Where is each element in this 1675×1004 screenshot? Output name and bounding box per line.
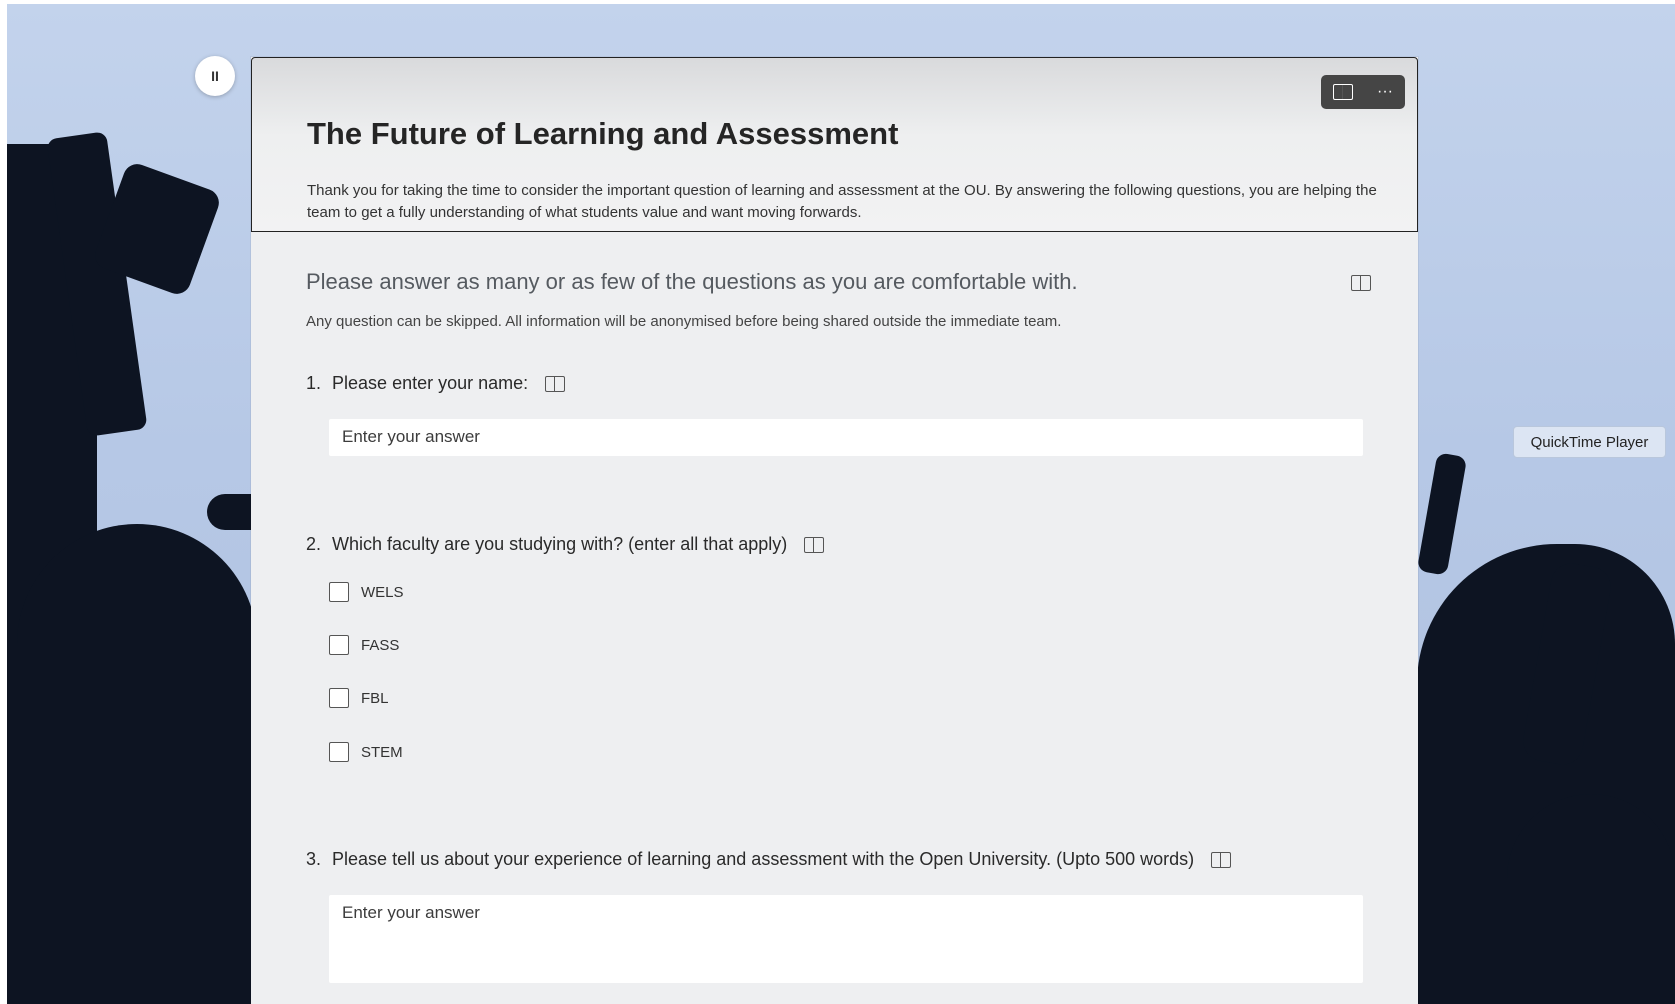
immersive-reader-icon[interactable] [1333, 83, 1353, 100]
header-toolbar: ··· [1321, 75, 1405, 109]
form-title: The Future of Learning and Assessment [307, 116, 899, 151]
immersive-reader-icon[interactable] [545, 376, 566, 393]
name-input[interactable]: Enter your answer [329, 419, 1363, 456]
quicktime-player-tooltip: QuickTime Player [1513, 426, 1666, 458]
form-header: ··· The Future of Learning and Assessmen… [251, 57, 1418, 232]
question-text: Please enter your name: [332, 373, 529, 393]
immersive-reader-icon[interactable] [804, 537, 825, 554]
checkbox[interactable] [329, 635, 349, 655]
question-number: 3. [306, 849, 322, 869]
experience-textarea[interactable]: Enter your answer [329, 895, 1363, 983]
question-text: Please tell us about your experience of … [332, 849, 1195, 869]
more-options-button[interactable]: ··· [1377, 84, 1393, 100]
question-3: 3. Please tell us about your experience … [306, 849, 1232, 870]
checkbox[interactable] [329, 742, 349, 762]
checkbox-option-stem[interactable]: STEM [329, 742, 403, 762]
checkbox[interactable] [329, 582, 349, 602]
immersive-reader-icon[interactable] [1211, 852, 1232, 869]
option-label: STEM [361, 743, 403, 761]
checkbox-option-wels[interactable]: WELS [329, 582, 404, 602]
form-description: Thank you for taking the time to conside… [307, 182, 1377, 221]
pause-button[interactable]: II [195, 56, 235, 96]
pause-icon: II [211, 68, 219, 84]
checkbox-option-fass[interactable]: FASS [329, 635, 399, 655]
question-text: Which faculty are you studying with? (en… [332, 534, 788, 554]
question-2: 2. Which faculty are you studying with? … [306, 534, 825, 555]
question-number: 1. [306, 373, 322, 393]
option-label: FBL [361, 689, 389, 707]
section-note: Any question can be skipped. All informa… [306, 313, 1062, 330]
checkbox[interactable] [329, 688, 349, 708]
section-heading: Please answer as many or as few of the q… [306, 269, 1078, 294]
question-number: 2. [306, 534, 322, 554]
option-label: FASS [361, 636, 400, 654]
option-label: WELS [361, 583, 404, 601]
immersive-reader-icon[interactable] [1351, 275, 1371, 291]
form-card: ··· The Future of Learning and Assessmen… [251, 57, 1418, 1004]
question-1: 1. Please enter your name: [306, 373, 566, 394]
checkbox-option-fbl[interactable]: FBL [329, 688, 389, 708]
